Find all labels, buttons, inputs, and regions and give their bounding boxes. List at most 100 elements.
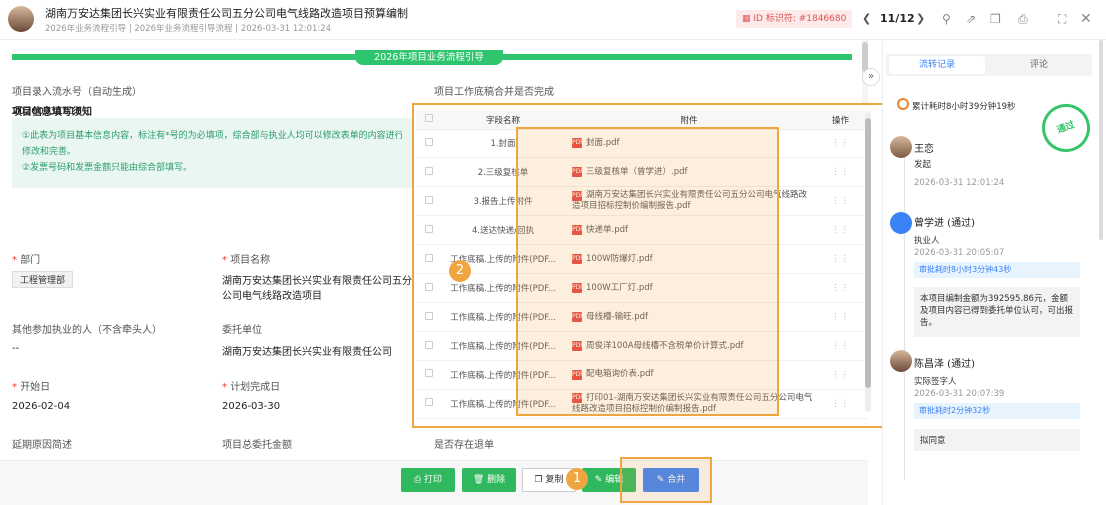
drag-handle-icon[interactable]: ⋮⋮ bbox=[814, 215, 867, 246]
row-file[interactable]: PDF 湖南万安达集团长兴实业有限责任公司五分公司电气线路改造项目招标控制价编制报… bbox=[564, 186, 814, 217]
file-name[interactable]: 配电箱询价表.pdf bbox=[586, 369, 654, 379]
table-row[interactable]: 工作底稿.上传的附件(PDF... PDF 打印01-湖南万安达集团长兴实业有限责任… bbox=[416, 389, 867, 420]
row-checkbox[interactable] bbox=[416, 389, 442, 420]
sidebar-scrollbar[interactable] bbox=[1099, 40, 1103, 240]
row-checkbox[interactable] bbox=[416, 186, 442, 217]
row-file[interactable]: PDF 100W工厂灯.pdf bbox=[564, 273, 814, 304]
plan-value: 2026-03-30 bbox=[222, 401, 281, 412]
attachment-popup: 字段名称 附件 操作 1.封面 PDF 封面.pdf ⋮⋮ 2.三级复核单 PDF 三级复核… bbox=[412, 103, 886, 428]
table-row[interactable]: 工作底稿.上传的附件(PDF... PDF 100W工厂灯.pdf ⋮⋮ bbox=[416, 273, 867, 304]
row-checkbox[interactable] bbox=[416, 129, 442, 159]
drag-handle-icon[interactable]: ⋮⋮ bbox=[814, 302, 867, 333]
avatar bbox=[890, 350, 912, 372]
entry-name: 曾学进 (通过) bbox=[914, 218, 975, 229]
step-badge-2: 2 bbox=[449, 260, 471, 282]
drag-handle-icon[interactable]: ⋮⋮ bbox=[814, 273, 867, 304]
clock-icon bbox=[897, 98, 909, 110]
row-file[interactable]: PDF 母线槽-输旺.pdf bbox=[564, 302, 814, 333]
drag-handle-icon[interactable]: ⋮⋮ bbox=[814, 157, 867, 188]
tab-flow-record[interactable]: 流转记录 bbox=[889, 56, 985, 74]
file-name[interactable]: 100W工厂灯.pdf bbox=[586, 283, 653, 293]
plan-label: * 计划完成日 bbox=[222, 382, 281, 393]
popup-scroll-thumb[interactable] bbox=[865, 118, 871, 388]
table-header: 字段名称 附件 操作 bbox=[416, 111, 867, 130]
table-row[interactable]: 工作底稿.上传的附件(PDF... PDF 100W防爆灯.pdf ⋮⋮ bbox=[416, 244, 867, 275]
file-name[interactable]: 打印01-湖南万安达集团长兴实业有限责任公司五分公司电气线路改造项目招标控制价编… bbox=[572, 393, 812, 414]
row-file[interactable]: PDF 封面.pdf bbox=[564, 129, 814, 159]
share-icon[interactable]: ⚲ bbox=[942, 10, 951, 28]
attachment-table: 字段名称 附件 操作 1.封面 PDF 封面.pdf ⋮⋮ 2.三级复核单 PDF 三级复核… bbox=[416, 111, 867, 420]
notice-box: ①此表为项目基本信息内容，标注有*号的为必填项，综合部与执业人均可以修改表单的内… bbox=[12, 118, 412, 188]
row-file[interactable]: PDF 周俊洋100A母线槽不含税单价计算式.pdf bbox=[564, 331, 814, 361]
row-checkbox[interactable] bbox=[416, 360, 442, 390]
file-name[interactable]: 快递单.pdf bbox=[586, 225, 628, 235]
prev-icon[interactable]: ❮ bbox=[862, 10, 871, 28]
next-icon[interactable]: ❯ bbox=[916, 10, 925, 28]
table-row[interactable]: 工作底稿.上传的附件(PDF... PDF 周俊洋100A母线槽不含税单价计算式.p… bbox=[416, 331, 867, 361]
section-title: 项目信息填写须知 bbox=[12, 107, 92, 118]
col-file: 附件 bbox=[564, 111, 814, 130]
edit-button[interactable]: ✎ 编辑 bbox=[582, 468, 636, 492]
row-checkbox[interactable] bbox=[416, 302, 442, 333]
row-checkbox[interactable] bbox=[416, 331, 442, 361]
row-checkbox[interactable] bbox=[416, 157, 442, 188]
file-name[interactable]: 三级复核单（曾学进）.pdf bbox=[586, 167, 688, 177]
merge-button[interactable]: ✎ 合并 bbox=[643, 468, 699, 492]
total-time: 累计耗时8小时39分钟19秒 bbox=[912, 102, 1016, 112]
file-name[interactable]: 封面.pdf bbox=[586, 138, 620, 148]
print-button[interactable]: ⎙ 打印 bbox=[401, 468, 455, 492]
name-value-1: 湖南万安达集团长兴实业有限责任公司五分 bbox=[222, 276, 412, 287]
row-checkbox[interactable] bbox=[416, 215, 442, 246]
drag-handle-icon[interactable]: ⋮⋮ bbox=[814, 389, 867, 420]
header-checkbox[interactable] bbox=[416, 111, 442, 130]
forward-icon[interactable]: ⇗ bbox=[966, 10, 976, 28]
drag-handle-icon[interactable]: ⋮⋮ bbox=[814, 360, 867, 390]
table-row[interactable]: 2.三级复核单 PDF 三级复核单（曾学进）.pdf ⋮⋮ bbox=[416, 157, 867, 188]
row-file[interactable]: PDF 三级复核单（曾学进）.pdf bbox=[564, 157, 814, 188]
row-checkbox[interactable] bbox=[416, 244, 442, 275]
other-value: -- bbox=[12, 343, 20, 354]
entry-duration: 审批耗时2分钟32秒 bbox=[914, 403, 1080, 419]
user-avatar bbox=[8, 6, 34, 32]
attachment-rows: 1.封面 PDF 封面.pdf ⋮⋮ 2.三级复核单 PDF 三级复核单（曾学进）.pdf ⋮… bbox=[416, 129, 867, 420]
drag-handle-icon[interactable]: ⋮⋮ bbox=[814, 244, 867, 275]
delete-button[interactable]: 🗑 删除 bbox=[462, 468, 516, 492]
drag-handle-icon[interactable]: ⋮⋮ bbox=[814, 331, 867, 361]
table-row[interactable]: 4.送达快递/回执 PDF 快递单.pdf ⋮⋮ bbox=[416, 215, 867, 246]
drag-handle-icon[interactable]: ⋮⋮ bbox=[814, 186, 867, 217]
id-icon: ▦ bbox=[742, 14, 754, 24]
expand-icon[interactable]: » bbox=[862, 68, 880, 86]
entry-time: 2026-03-31 12:01:24 bbox=[914, 178, 1005, 188]
print-icon[interactable]: ⎙ bbox=[1018, 10, 1028, 28]
row-checkbox[interactable] bbox=[416, 273, 442, 304]
name-label: * 项目名称 bbox=[222, 255, 271, 266]
row-field: 工作底稿.上传的附件(PDF... bbox=[442, 302, 564, 333]
copy-icon[interactable]: ❐ bbox=[990, 10, 1001, 28]
row-file[interactable]: PDF 100W防爆灯.pdf bbox=[564, 244, 814, 275]
table-row[interactable]: 工作底稿.上传的附件(PDF... PDF 配电箱询价表.pdf ⋮⋮ bbox=[416, 360, 867, 390]
file-name[interactable]: 周俊洋100A母线槽不含税单价计算式.pdf bbox=[586, 341, 744, 351]
pdf-icon: PDF bbox=[572, 167, 584, 178]
client-label: 委托单位 bbox=[222, 325, 262, 336]
file-name[interactable]: 湖南万安达集团长兴实业有限责任公司五分公司电气线路改造项目招标控制价编制报告.p… bbox=[572, 190, 807, 211]
copy-btn-icon: ❐ bbox=[534, 475, 546, 485]
row-file[interactable]: PDF 快递单.pdf bbox=[564, 215, 814, 246]
pdf-icon: PDF bbox=[572, 138, 584, 149]
file-name[interactable]: 100W防爆灯.pdf bbox=[586, 254, 653, 264]
table-row[interactable]: 1.封面 PDF 封面.pdf ⋮⋮ bbox=[416, 129, 867, 159]
name-value-2: 公司电气线路改造项目 bbox=[222, 291, 322, 302]
file-name[interactable]: 母线槽-输旺.pdf bbox=[586, 312, 648, 322]
fullscreen-icon[interactable]: ⛶ bbox=[1058, 10, 1066, 28]
tab-comment[interactable]: 评论 bbox=[990, 56, 1088, 74]
step-badge-1: 1 bbox=[566, 468, 588, 490]
row-file[interactable]: PDF 配电箱询价表.pdf bbox=[564, 360, 814, 390]
page-subtitle: 2026年业务流程引导 | 2026年业务流程引导流程 | 2026-03-31… bbox=[45, 24, 332, 34]
table-row[interactable]: 3.报告上传附件 PDF 湖南万安达集团长兴实业有限责任公司五分公司电气线路改造项目… bbox=[416, 186, 867, 217]
col-field: 字段名称 bbox=[442, 111, 564, 130]
close-icon[interactable]: ✕ bbox=[1080, 10, 1092, 28]
drag-handle-icon[interactable]: ⋮⋮ bbox=[814, 129, 867, 159]
table-row[interactable]: 工作底稿.上传的附件(PDF... PDF 母线槽-输旺.pdf ⋮⋮ bbox=[416, 302, 867, 333]
entry-name: 陈昌泽 (通过) bbox=[914, 359, 975, 370]
row-file[interactable]: PDF 打印01-湖南万安达集团长兴实业有限责任公司五分公司电气线路改造项目招标控… bbox=[564, 389, 814, 420]
pdf-icon: PDF bbox=[572, 312, 584, 323]
